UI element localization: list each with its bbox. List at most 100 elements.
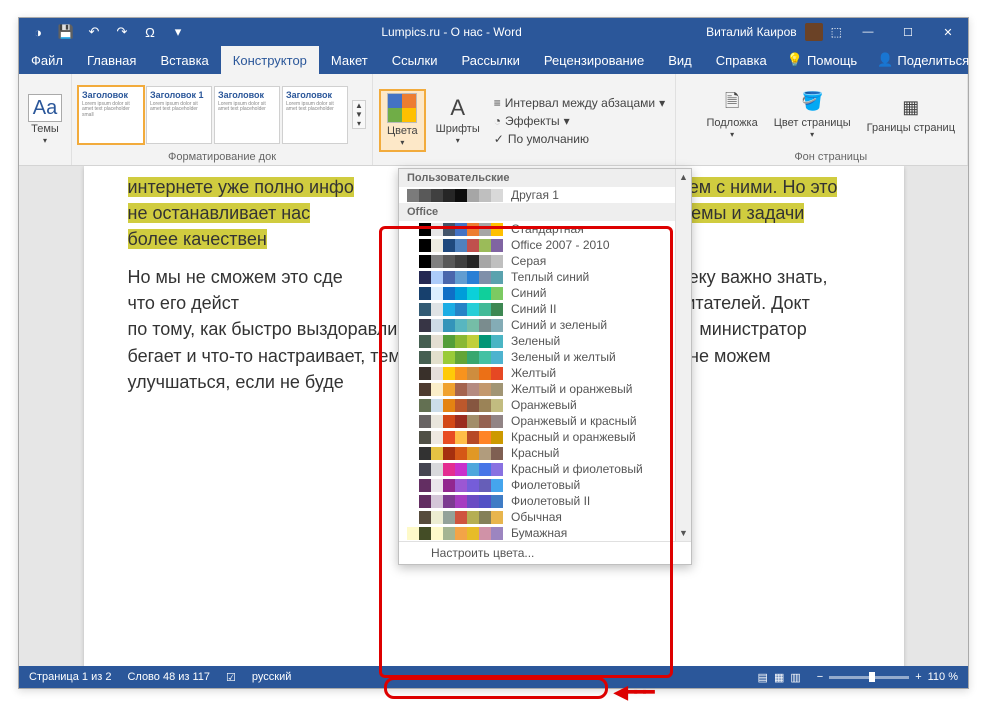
window-title: Lumpics.ru - О нас - Word [197, 25, 706, 39]
color-theme-label: Синий II [511, 302, 556, 316]
set-default-button[interactable]: ✓ По умолчанию [490, 131, 669, 147]
tab-insert[interactable]: Вставка [148, 46, 220, 74]
style-gallery: ЗаголовокLorem ipsum dolor sit amet text… [78, 86, 348, 144]
customize-colors-button[interactable]: Настроить цвета... [399, 541, 691, 564]
gallery-more[interactable]: ▾ [353, 119, 365, 128]
ribbon-display-options[interactable]: ⬚ [831, 25, 842, 39]
language-indicator[interactable]: русский [252, 671, 291, 683]
color-theme-row[interactable]: Красный и оранжевый [399, 429, 675, 445]
color-theme-label: Office 2007 - 2010 [511, 238, 610, 252]
spell-check-icon[interactable]: ☑ [226, 671, 236, 684]
color-theme-row[interactable]: Бумажная [399, 525, 675, 541]
colors-dropdown: Пользовательские Другая 1 Office Стандар… [398, 168, 692, 565]
tab-file[interactable]: Файл [19, 46, 75, 74]
color-theme-row[interactable]: Серая [399, 253, 675, 269]
color-theme-row[interactable]: Другая 1 [399, 187, 675, 203]
color-theme-row[interactable]: Синий II [399, 301, 675, 317]
tab-design[interactable]: Конструктор [221, 46, 319, 74]
color-theme-row[interactable]: Office 2007 - 2010 [399, 237, 675, 253]
page-borders-button[interactable]: ▦Границы страниц [861, 92, 961, 136]
color-swatch [407, 399, 503, 412]
view-read-mode[interactable]: ▤ [758, 671, 768, 684]
color-theme-row[interactable]: Красный [399, 445, 675, 461]
color-theme-row[interactable]: Оранжевый [399, 397, 675, 413]
view-web-layout[interactable]: ▥ [790, 671, 800, 684]
paragraph-spacing-button[interactable]: ≡ Интервал между абзацами ▾ [490, 95, 669, 111]
zoom-slider[interactable] [829, 676, 909, 679]
tab-view[interactable]: Вид [656, 46, 704, 74]
gallery-down[interactable]: ▼ [353, 110, 365, 119]
color-theme-label: Стандартная [511, 222, 584, 236]
colors-button[interactable]: Цвета▾ [379, 89, 426, 152]
zoom-in-button[interactable]: + [915, 671, 921, 683]
minimize-button[interactable]: — [848, 26, 888, 39]
page-color-button[interactable]: 🪣Цвет страницы▾ [768, 87, 857, 142]
color-swatch [407, 479, 503, 492]
color-swatch [407, 527, 503, 540]
color-theme-row[interactable]: Синий [399, 285, 675, 301]
qat-more[interactable]: ▾ [165, 24, 191, 40]
gallery-thumb[interactable]: ЗаголовокLorem ipsum dolor sit amet text… [214, 86, 280, 144]
themes-icon: Aa [31, 95, 59, 121]
color-theme-row[interactable]: Оранжевый и красный [399, 413, 675, 429]
tell-me-button[interactable]: 💡 Помощь [779, 52, 865, 68]
page-color-icon: 🪣 [798, 89, 826, 115]
color-theme-row[interactable]: Обычная [399, 509, 675, 525]
color-theme-row[interactable]: Стандартная [399, 221, 675, 237]
fonts-button[interactable]: A Шрифты▾ [430, 93, 486, 148]
group-label-formatting: Форматирование док [78, 151, 366, 163]
group-label-page-bg: Фон страницы [700, 151, 961, 163]
color-theme-label: Бумажная [511, 526, 567, 540]
save-button[interactable]: 💾 [53, 24, 79, 40]
color-theme-row[interactable]: Зеленый [399, 333, 675, 349]
gallery-thumb[interactable]: Заголовок 1Lorem ipsum dolor sit amet te… [146, 86, 212, 144]
color-theme-row[interactable]: Зеленый и желтый [399, 349, 675, 365]
tab-home[interactable]: Главная [75, 46, 148, 74]
color-theme-row[interactable]: Фиолетовый [399, 477, 675, 493]
color-theme-row[interactable]: Синий и зеленый [399, 317, 675, 333]
redo-button[interactable]: ↷ [109, 24, 135, 40]
themes-button[interactable]: Aa Темы▾ [25, 93, 65, 148]
zoom-out-button[interactable]: − [817, 671, 823, 683]
color-theme-row[interactable]: Красный и фиолетовый [399, 461, 675, 477]
effects-button[interactable]: ◔ Эффекты ▾ [490, 113, 669, 129]
zoom-level[interactable]: 110 % [928, 671, 958, 683]
share-button[interactable]: 👤 Поделиться [869, 52, 977, 68]
color-swatch [407, 239, 503, 252]
maximize-button[interactable]: ☐ [888, 26, 928, 39]
word-count[interactable]: Слово 48 из 117 [127, 671, 210, 683]
autosave-toggle[interactable]: ◑ [25, 25, 51, 40]
page-indicator[interactable]: Страница 1 из 2 [29, 671, 111, 683]
color-theme-row[interactable]: Теплый синий [399, 269, 675, 285]
section-custom: Пользовательские [399, 169, 691, 187]
scroll-down-icon[interactable]: ▼ [676, 525, 691, 541]
tab-references[interactable]: Ссылки [380, 46, 450, 74]
color-theme-row[interactable]: Фиолетовый II [399, 493, 675, 509]
gallery-up[interactable]: ▲ [353, 101, 365, 110]
color-theme-row[interactable]: Желтый и оранжевый [399, 381, 675, 397]
color-swatch [407, 255, 503, 268]
tab-mailings[interactable]: Рассылки [449, 46, 531, 74]
gallery-thumb[interactable]: ЗаголовокLorem ipsum dolor sit amet text… [282, 86, 348, 144]
color-theme-label: Оранжевый и красный [511, 414, 637, 428]
scroll-up-icon[interactable]: ▲ [676, 169, 691, 185]
gallery-thumb[interactable]: ЗаголовокLorem ipsum dolor sit amet text… [78, 86, 144, 144]
color-theme-label: Зеленый [511, 334, 560, 348]
color-swatch [407, 431, 503, 444]
color-theme-label: Теплый синий [511, 270, 589, 284]
dropdown-scrollbar[interactable]: ▲ ▼ [675, 169, 691, 541]
undo-button[interactable]: ↶ [81, 24, 107, 40]
color-swatch [407, 367, 503, 380]
symbol-button[interactable]: Ω [137, 25, 163, 40]
color-theme-row[interactable]: Желтый [399, 365, 675, 381]
close-button[interactable]: ✕ [928, 26, 968, 39]
tab-review[interactable]: Рецензирование [532, 46, 656, 74]
watermark-button[interactable]: 🗎Подложка▾ [700, 87, 763, 142]
tab-help[interactable]: Справка [704, 46, 779, 74]
watermark-icon: 🗎 [718, 89, 746, 115]
color-theme-label: Серая [511, 254, 546, 268]
user-name[interactable]: Виталий Каиров [706, 25, 797, 39]
tab-layout[interactable]: Макет [319, 46, 380, 74]
user-avatar[interactable] [805, 23, 823, 41]
view-print-layout[interactable]: ▦ [774, 671, 784, 684]
